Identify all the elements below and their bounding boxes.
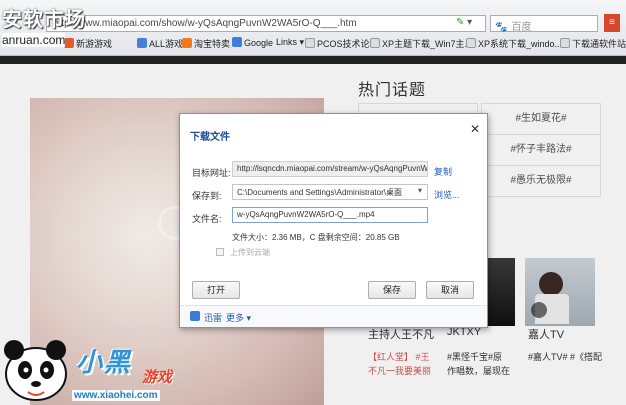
filename-input[interactable]: w-yQsAqngPuvnW2WA5rO-Q___.mp4 (232, 207, 428, 223)
bookmark-icon (64, 38, 74, 48)
cancel-button[interactable]: 取消 (426, 281, 474, 299)
save-path-select[interactable]: C:\Documents and Settings\Administrator\… (232, 184, 428, 200)
search-placeholder: 百度 (511, 22, 532, 33)
bookmark-icon (370, 38, 380, 48)
bookmark-icon (560, 38, 570, 48)
search-box[interactable]: 🐾 百度 (490, 15, 598, 33)
bookmark-item[interactable]: Links ▾ (276, 37, 304, 48)
watermark-anruan: 安软市场 (2, 9, 86, 31)
bookmark-icon (232, 37, 242, 47)
panda-mascot-icon (4, 340, 67, 401)
browse-link[interactable]: 浏览... (434, 188, 460, 201)
bookmark-item[interactable]: 淘宝特卖 (182, 37, 230, 50)
upload-cloud-checkbox[interactable] (216, 248, 224, 256)
dropdown-icon[interactable]: ▾ (467, 17, 472, 28)
site-header-band (0, 56, 626, 64)
browser-chrome: http://www.miaopai.com/show/w-yQsAqngPuv… (0, 0, 626, 56)
dialog-title: 下载文件 (190, 132, 230, 143)
bookmark-item[interactable]: 下载通软件站 (560, 37, 626, 50)
brand-url: www.xiaohei.com (72, 390, 160, 401)
bookmark-icon (466, 38, 476, 48)
bookmark-item[interactable]: Google (232, 37, 273, 48)
upload-cloud-label: 上传到云端 (230, 248, 270, 257)
save-path-label: 保存到: (192, 191, 222, 201)
target-url-field[interactable]: http://lsqncdn.miaopai.com/stream/w-yQsA… (232, 161, 428, 177)
bookmark-icon (137, 38, 147, 48)
bookmark-item[interactable]: ALL游戏 (137, 37, 183, 50)
dialog-footer: 迅雷 更多 ▾ (180, 305, 487, 327)
download-dialog: 下载文件 ✕ 目标网址: http://lsqncdn.miaopai.com/… (179, 113, 488, 328)
target-label: 目标网址: (192, 168, 231, 178)
file-size-info: 文件大小：2.36 MB，C 盘剩余空间：20.85 GB (232, 233, 400, 242)
search-engine-icon: 🐾 (495, 22, 508, 33)
address-icons: ✎ ▾ (456, 17, 472, 28)
copy-link[interactable]: 复制 (434, 165, 452, 178)
open-button[interactable]: 打开 (192, 281, 240, 299)
bookmark-icon (305, 38, 315, 48)
chevron-down-icon[interactable]: ▾ (418, 186, 422, 195)
filename-label: 文件名: (192, 214, 222, 224)
bookmark-item[interactable]: PCOS技术论坛 (305, 37, 379, 50)
address-bar[interactable]: http://www.miaopai.com/show/w-yQsAqngPuv… (46, 15, 486, 32)
menu-button[interactable]: ≡ (604, 14, 620, 32)
more-link[interactable]: 更多 ▾ (226, 311, 251, 324)
compat-icon[interactable]: ✎ (456, 17, 464, 28)
bookmark-item[interactable]: XP主题下载_Win7主... (370, 37, 472, 50)
watermark-anruan-url: anruan.com (2, 33, 66, 47)
thunder-icon (190, 311, 200, 321)
thunder-link[interactable]: 迅雷 (204, 311, 222, 324)
bookmark-item[interactable]: 新游游戏 (64, 37, 112, 50)
bookmark-icon (182, 38, 192, 48)
bookmark-item[interactable]: XP系统下载_windo... (466, 37, 562, 50)
close-icon[interactable]: ✕ (470, 122, 480, 136)
save-button[interactable]: 保存 (368, 281, 416, 299)
bookmarks-bar: 新游游戏 ALL游戏 淘宝特卖 Google Links ▾ PCOS技术论坛 … (0, 35, 626, 52)
brand-logo-sub: 游戏 (142, 369, 173, 386)
brand-logo-text: 小黑 (76, 347, 133, 377)
